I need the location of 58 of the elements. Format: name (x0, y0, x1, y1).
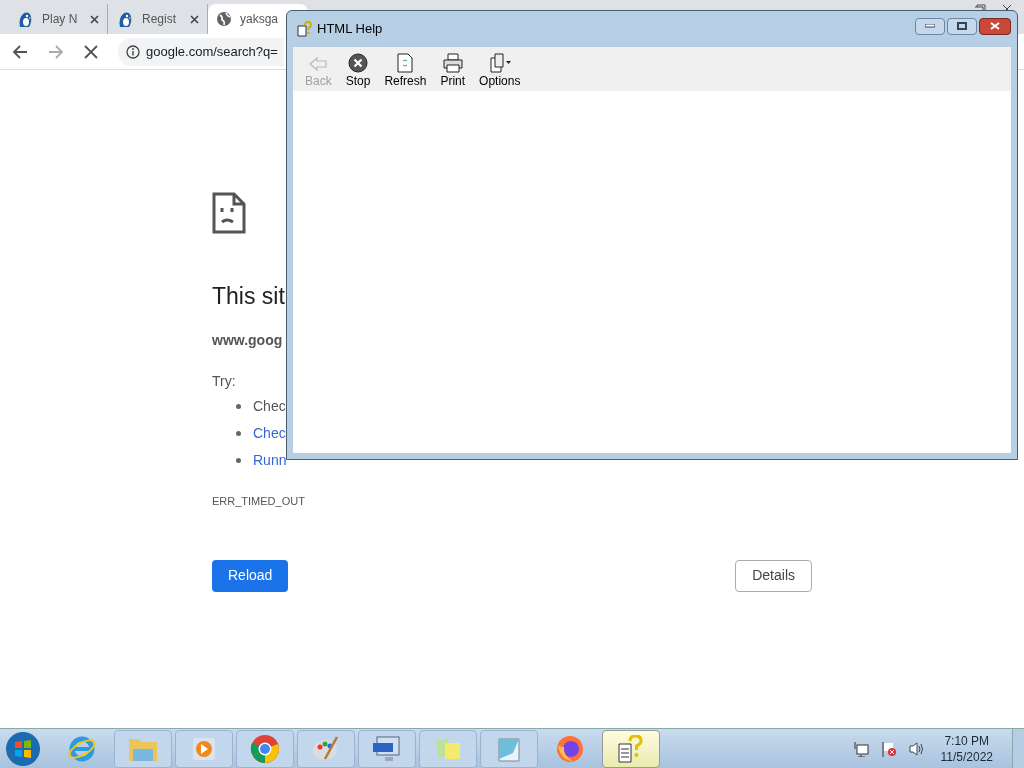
details-button[interactable]: Details (735, 559, 812, 592)
back-icon[interactable] (12, 43, 28, 60)
taskbar-button[interactable] (358, 729, 416, 768)
help-window-icon (297, 21, 313, 37)
options-icon (487, 53, 512, 73)
sad-page-icon (212, 192, 246, 234)
taskbar-button[interactable] (236, 729, 294, 768)
tab-title: Play N (42, 11, 78, 28)
error-domain: www.goog (212, 331, 284, 350)
palette-icon (311, 734, 341, 763)
bullet-icon (236, 404, 241, 409)
bullet-icon (236, 431, 241, 436)
clock-time: 7:10 PM (944, 732, 990, 749)
tab-title: Regist (142, 11, 176, 28)
monitor-keyboard-icon (371, 734, 403, 763)
close-icon (990, 22, 1000, 30)
start-orb-icon[interactable] (4, 729, 42, 768)
close-tab-icon[interactable] (190, 14, 199, 24)
play-icon (191, 735, 217, 762)
error-code: ERR_TIMED_OUT (212, 494, 306, 509)
toolbar-button[interactable]: Options (479, 53, 521, 89)
chrome-logo-icon (250, 733, 280, 764)
suggestion-text: Chec (253, 397, 286, 416)
toolbar-button[interactable]: Refresh (384, 53, 427, 89)
network-icon[interactable] (852, 740, 869, 757)
address-bar[interactable]: google.com/search?q= (118, 37, 284, 66)
clock-date: 11/5/2022 (940, 748, 993, 765)
window-title: HTML Help (317, 20, 383, 39)
toolbar-button[interactable]: Stop (345, 53, 371, 89)
info-icon (126, 44, 140, 59)
suggestion-link[interactable]: Runn (253, 450, 287, 471)
minimize-icon (925, 24, 935, 28)
flag-alert-icon[interactable] (880, 740, 897, 757)
maximize-button[interactable] (947, 17, 977, 35)
tab-title: yaksga (240, 11, 279, 28)
refresh-icon (396, 53, 415, 73)
bullet-icon (236, 458, 241, 463)
close-button[interactable] (979, 17, 1011, 35)
stop-icon (348, 53, 369, 73)
help-document-icon (618, 734, 644, 763)
back-arrow-icon (308, 55, 329, 73)
try-label: Try: (212, 372, 237, 391)
speaker-icon[interactable] (908, 740, 925, 757)
maximize-icon (957, 22, 967, 30)
stop-loading-icon[interactable] (84, 44, 98, 59)
printer-icon (441, 53, 464, 73)
firefox-logo-icon (555, 733, 585, 764)
taskbar-button[interactable] (297, 729, 355, 768)
suggestion-link[interactable]: Chec (253, 423, 286, 444)
toolbar-button[interactable]: Print (440, 53, 466, 89)
taskbar-button[interactable] (602, 729, 660, 768)
error-heading: This sit (212, 282, 286, 310)
forward-icon[interactable] (48, 43, 64, 60)
browser-tab[interactable]: Regist (108, 4, 208, 34)
globe-icon (216, 11, 232, 27)
close-tab-icon[interactable] (90, 14, 99, 24)
browser-tab[interactable]: Play N (8, 4, 108, 34)
reload-button[interactable]: Reload (212, 559, 289, 592)
